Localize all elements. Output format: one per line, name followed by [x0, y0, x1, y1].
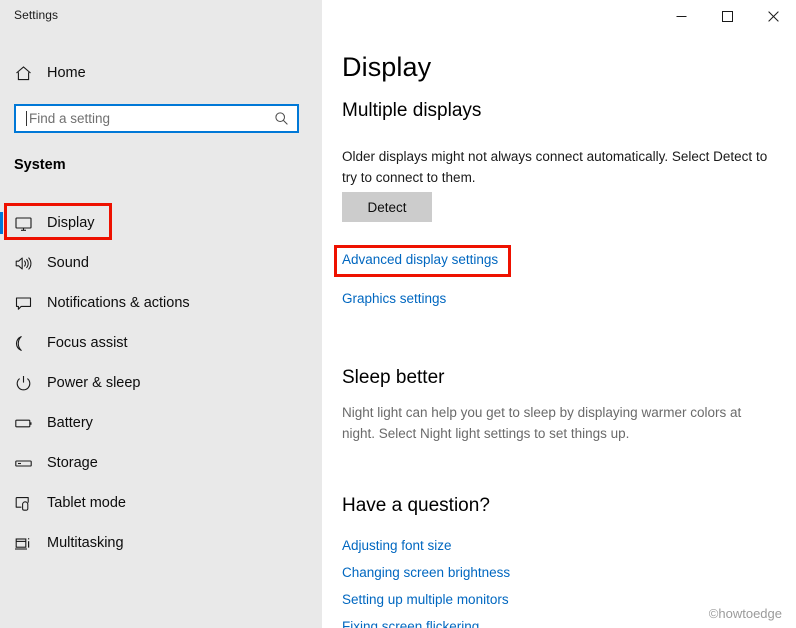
sidebar-item-tablet-mode[interactable]: Tablet mode [0, 483, 322, 523]
section-title-multiple-displays: Multiple displays [342, 100, 482, 121]
setting-up-multiple-monitors-link[interactable]: Setting up multiple monitors [342, 592, 509, 607]
sidebar-item-sound[interactable]: Sound [0, 243, 322, 283]
section-title-have-a-question: Have a question? [342, 495, 490, 516]
sidebar-item-storage[interactable]: Storage [0, 443, 322, 483]
settings-window: Home System [0, 0, 796, 628]
home-icon [0, 65, 46, 82]
sidebar-item-multitasking[interactable]: Multitasking [0, 523, 322, 563]
sidebar-item-power-sleep[interactable]: Power & sleep [0, 363, 322, 403]
minimize-button[interactable] [658, 0, 704, 32]
sidebar-item-sound-label: Sound [47, 255, 89, 271]
sidebar-item-storage-label: Storage [47, 455, 98, 471]
sidebar-item-notifications[interactable]: Notifications & actions [0, 283, 322, 323]
advanced-display-settings-link[interactable]: Advanced display settings [342, 252, 498, 267]
sidebar-item-notifications-label: Notifications & actions [47, 295, 190, 311]
window-controls [658, 0, 796, 32]
multiple-displays-description: Older displays might not always connect … [342, 149, 768, 185]
sleep-better-description: Night light can help you get to sleep by… [342, 405, 742, 441]
sidebar-item-power-sleep-label: Power & sleep [47, 375, 141, 391]
multitasking-icon [0, 534, 46, 553]
notification-icon [0, 294, 46, 313]
sidebar-item-display-label: Display [47, 215, 95, 231]
sidebar: Home System [0, 0, 322, 628]
detect-button[interactable]: Detect [342, 192, 432, 222]
graphics-settings-link[interactable]: Graphics settings [342, 291, 446, 306]
section-title-sleep-better: Sleep better [342, 367, 445, 388]
content-pane: Display Multiple displays Older displays… [322, 0, 796, 628]
moon-icon [0, 334, 46, 353]
watermark: ©howtoedge [708, 606, 782, 621]
sidebar-nav-list: Display Sound Notifications & actions Fo… [0, 203, 322, 563]
search-input[interactable] [27, 111, 273, 126]
sidebar-item-multitasking-label: Multitasking [47, 535, 124, 551]
maximize-button[interactable] [704, 0, 750, 32]
tablet-icon [0, 494, 46, 513]
power-icon [0, 374, 46, 393]
monitor-icon [0, 214, 46, 233]
speaker-icon [0, 254, 46, 273]
adjusting-font-size-link[interactable]: Adjusting font size [342, 538, 452, 553]
sidebar-item-tablet-mode-label: Tablet mode [47, 495, 126, 511]
sidebar-item-battery[interactable]: Battery [0, 403, 322, 443]
close-button[interactable] [750, 0, 796, 32]
changing-screen-brightness-link[interactable]: Changing screen brightness [342, 565, 510, 580]
battery-icon [0, 414, 46, 433]
sidebar-item-battery-label: Battery [47, 415, 93, 431]
window-title: Settings [14, 8, 59, 22]
fixing-screen-flickering-link[interactable]: Fixing screen flickering [342, 619, 479, 628]
search-icon[interactable] [273, 111, 289, 126]
sidebar-item-focus-assist[interactable]: Focus assist [0, 323, 322, 363]
minimize-icon [676, 15, 686, 17]
sidebar-item-display[interactable]: Display [0, 203, 322, 243]
title-bar: Settings [0, 0, 796, 32]
sidebar-item-home[interactable]: Home [0, 57, 322, 89]
sidebar-group-header: System [14, 157, 66, 173]
storage-icon [0, 454, 46, 473]
search-box[interactable] [14, 104, 299, 133]
page-title: Display [342, 52, 432, 82]
maximize-icon [721, 10, 733, 22]
sidebar-item-home-label: Home [47, 65, 86, 81]
sidebar-item-focus-assist-label: Focus assist [47, 335, 128, 351]
close-icon [767, 10, 779, 22]
